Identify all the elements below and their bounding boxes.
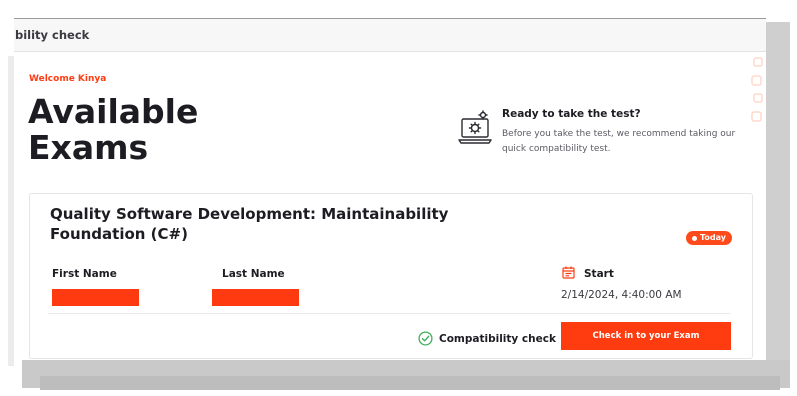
calendar-icon bbox=[562, 266, 575, 279]
page-title: Available Exams bbox=[28, 94, 288, 166]
today-badge: Today bbox=[686, 231, 732, 245]
laptop-gear-icon bbox=[458, 110, 492, 144]
compatibility-check-link[interactable]: Compatibility check bbox=[439, 333, 556, 345]
today-badge-label: Today bbox=[700, 233, 726, 242]
first-name-label: First Name bbox=[52, 268, 117, 280]
readiness-title: Ready to take the test? bbox=[502, 108, 641, 120]
check-circle-icon bbox=[418, 331, 433, 346]
shadow-bottom-inner bbox=[40, 376, 780, 390]
first-name-redacted bbox=[52, 289, 139, 306]
readiness-description: Before you take the test, we recommend t… bbox=[502, 129, 736, 154]
shadow-right bbox=[766, 22, 790, 368]
exam-title: Quality Software Development: Maintainab… bbox=[50, 205, 449, 243]
exam-card: Quality Software Development: Maintainab… bbox=[29, 193, 753, 359]
page-title-line1: Available bbox=[28, 92, 199, 131]
card-divider bbox=[48, 313, 730, 314]
last-name-redacted bbox=[212, 289, 299, 306]
badge-dot-icon bbox=[692, 235, 697, 241]
check-in-button[interactable]: Check in to your Exam bbox=[561, 322, 731, 350]
decorative-pattern-icon bbox=[751, 57, 763, 122]
start-label: Start bbox=[584, 268, 614, 280]
window-title: bility check bbox=[15, 28, 90, 42]
start-datetime: 2/14/2024, 4:40:00 AM bbox=[561, 289, 682, 301]
app-window: bility check Welcome Kinya Available Exa… bbox=[14, 18, 766, 360]
page-title-line2: Exams bbox=[28, 128, 149, 167]
window-titlebar: bility check bbox=[14, 18, 766, 52]
last-name-label: Last Name bbox=[222, 268, 285, 280]
welcome-message: Welcome Kinya bbox=[29, 74, 107, 84]
